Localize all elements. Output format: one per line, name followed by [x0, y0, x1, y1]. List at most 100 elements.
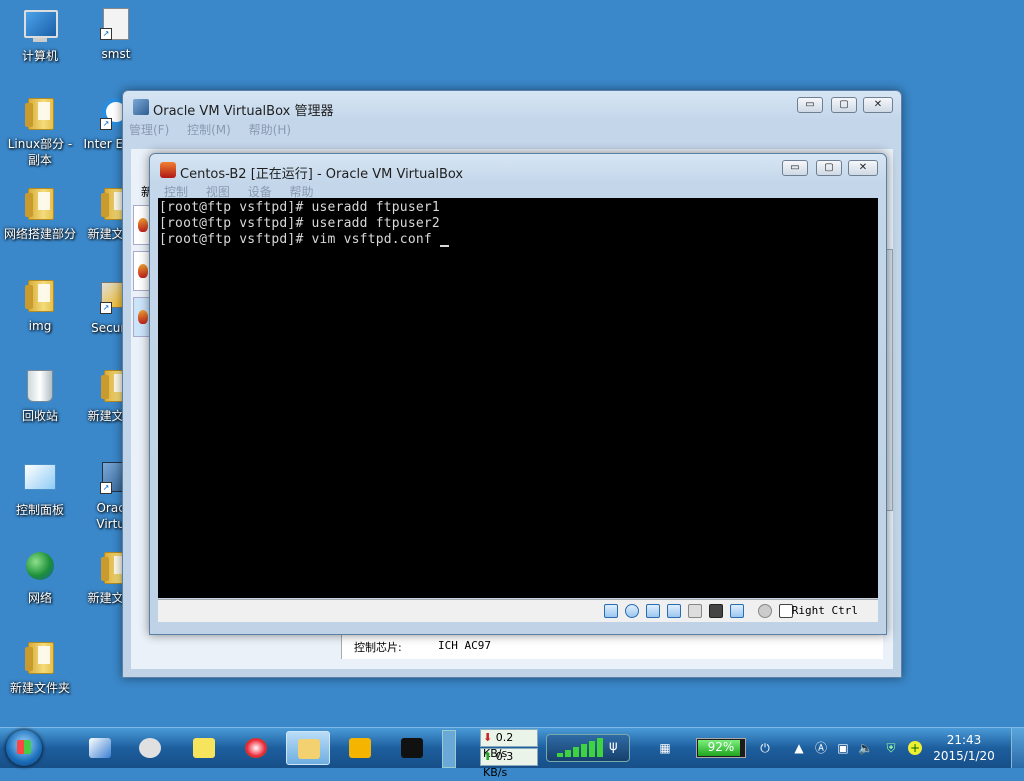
volume-icon[interactable]: 🔈	[858, 741, 873, 755]
signal-bar	[589, 741, 595, 757]
terminal-line: [root@ftp vsftpd]# useradd ftpuser2	[159, 216, 440, 231]
upload-arrow-icon: ⬆	[483, 750, 493, 763]
folder-icon	[24, 188, 56, 220]
upload-speed: ⬆ 0.3 KB/s	[480, 748, 538, 779]
terminal-command: [root@ftp vsftpd]# vim vsftpd.conf	[159, 232, 440, 247]
manager-titlebar[interactable]: Oracle VM VirtualBox 管理器 ▭ ▢ ✕	[123, 91, 901, 121]
shared-folder-icon[interactable]	[688, 604, 702, 618]
taskbar-sticky-notes[interactable]	[182, 731, 226, 765]
battery-indicator[interactable]: 92%	[696, 738, 746, 758]
folder-icon	[298, 739, 320, 759]
desktop-icon-linux-copy[interactable]: Linux部分 - 副本	[0, 98, 80, 168]
terminal-cursor	[439, 233, 449, 247]
signal-bar	[597, 738, 603, 757]
minimize-button[interactable]: ▭	[797, 97, 823, 113]
desktop-icon-smst[interactable]: ↗ smst	[76, 8, 156, 62]
vm-window[interactable]: Centos-B2 [正在运行] - Oracle VM VirtualBox …	[149, 153, 887, 635]
manager-title: Oracle VM VirtualBox 管理器	[153, 104, 334, 119]
virtualbox-icon	[133, 99, 149, 115]
folder-icon	[24, 280, 56, 312]
terminal-line: [root@ftp vsftpd]# vim vsftpd.conf	[159, 232, 449, 247]
usb-icon[interactable]	[646, 604, 660, 618]
signal-bar	[565, 750, 571, 757]
taskbar-file-explorer[interactable]	[286, 731, 330, 765]
battery-percent: 92%	[707, 740, 735, 754]
taskbar-app-7[interactable]	[390, 731, 434, 765]
desktop-icon-label: 新建文件夹	[9, 681, 70, 695]
maximize-button[interactable]: ▢	[816, 160, 842, 176]
desktop-icon-network-setup[interactable]: 网络搭建部分	[0, 188, 80, 242]
desktop-icon-recycle-bin[interactable]: 回收站	[0, 370, 80, 424]
taskbar-scroll[interactable]	[442, 730, 456, 768]
centos-vm-icon	[160, 162, 176, 178]
taskbar-remote-desktop[interactable]	[78, 731, 122, 765]
power-plug-icon[interactable]: ⏻	[758, 741, 772, 755]
virtualbox-icon	[349, 738, 371, 758]
taskbar-app-4[interactable]	[234, 731, 278, 765]
vm-title: Centos-B2 [正在运行] - Oracle VM VirtualBox	[180, 167, 464, 182]
hard-disk-icon[interactable]	[604, 604, 618, 618]
app-icon	[401, 738, 423, 758]
desktop-icon-new-folder[interactable]: 新建文件夹	[0, 642, 80, 696]
desktop-icon-control-panel[interactable]: 控制面板	[0, 462, 80, 518]
download-speed: ⬇ 0.2 KB/s	[480, 729, 538, 760]
minimize-button[interactable]: ▭	[782, 160, 808, 176]
maximize-button[interactable]: ▢	[831, 97, 857, 113]
desktop-icon-label: 控制面板	[15, 503, 64, 517]
system-clock[interactable]: 21:43 2015/1/20	[924, 732, 1004, 764]
vm-os-icon	[138, 218, 148, 232]
desktop-icon-computer[interactable]: 计算机	[0, 8, 80, 64]
display-icon[interactable]	[709, 604, 723, 618]
start-button[interactable]	[6, 730, 42, 766]
clock-date: 2015/1/20	[933, 749, 995, 763]
vm-os-icon	[138, 310, 148, 324]
recycle-bin-icon	[24, 370, 56, 402]
vm-os-icon	[138, 264, 148, 278]
network-adapter-icon[interactable]	[667, 604, 681, 618]
taskbar-app-2[interactable]	[128, 731, 172, 765]
video-capture-icon[interactable]	[730, 604, 744, 618]
vm-console[interactable]: [root@ftp vsftpd]# useradd ftpuser1 [roo…	[158, 198, 878, 598]
desktop-icon-label: 计算机	[21, 49, 58, 63]
app-tray-icon[interactable]: Ⓐ	[814, 741, 828, 755]
keyboard-icon[interactable]: ▦	[658, 741, 672, 755]
app-icon	[139, 738, 161, 758]
close-button[interactable]: ✕	[863, 97, 893, 113]
desktop-icon-network[interactable]: 网络	[0, 552, 80, 606]
taskbar: ⬇ 0.2 KB/s ⬆ 0.3 KB/s ψ ▦ 92% ⏻ ▲ Ⓐ ▣ 🔈 …	[0, 727, 1024, 779]
desktop-icon-img[interactable]: img	[0, 280, 80, 334]
show-desktop-button[interactable]	[1011, 728, 1024, 768]
vm-titlebar[interactable]: Centos-B2 [正在运行] - Oracle VM VirtualBox …	[150, 154, 886, 184]
remote-desktop-icon	[89, 738, 111, 758]
menu-control[interactable]: 控制(M)	[187, 120, 231, 140]
network-tray-icon[interactable]: ▣	[836, 741, 850, 755]
terminal-line: [root@ftp vsftpd]# useradd ftpuser1	[159, 200, 440, 215]
optical-drive-icon[interactable]	[625, 604, 639, 618]
computer-icon	[24, 10, 58, 42]
close-button[interactable]: ✕	[848, 160, 878, 176]
mouse-integration-icon[interactable]	[758, 604, 772, 618]
control-panel-icon	[24, 464, 56, 496]
plus-tray-icon[interactable]: +	[908, 741, 922, 755]
wireless-antenna-icon: ψ	[609, 739, 618, 754]
network-globe-icon	[24, 552, 56, 584]
app-icon	[245, 738, 267, 758]
audio-controller-label: 控制芯片:	[354, 641, 402, 654]
folder-icon	[24, 642, 56, 674]
vm-statusbar: Right Ctrl	[158, 599, 878, 622]
desktop-icon-label: img	[28, 319, 52, 333]
network-speed-meter: ⬇ 0.2 KB/s ⬆ 0.3 KB/s	[480, 729, 538, 779]
signal-strength-widget[interactable]: ψ	[546, 734, 630, 762]
taskbar-virtualbox[interactable]	[338, 731, 382, 765]
menu-help[interactable]: 帮助(H)	[249, 120, 291, 140]
folder-icon	[24, 98, 56, 130]
sticky-notes-icon	[193, 738, 215, 758]
host-key-label: Right Ctrl	[791, 604, 858, 617]
menu-manage[interactable]: 管理(F)	[129, 120, 169, 140]
clock-time: 21:43	[946, 733, 982, 747]
security-shield-icon[interactable]: ⛨	[884, 741, 898, 755]
show-hidden-icons-icon[interactable]: ▲	[792, 741, 806, 755]
audio-controller-value: ICH AC97	[438, 639, 491, 652]
desktop-icon-label: Linux部分 - 副本	[7, 137, 73, 167]
desktop-icon-label: 网络	[27, 591, 52, 605]
